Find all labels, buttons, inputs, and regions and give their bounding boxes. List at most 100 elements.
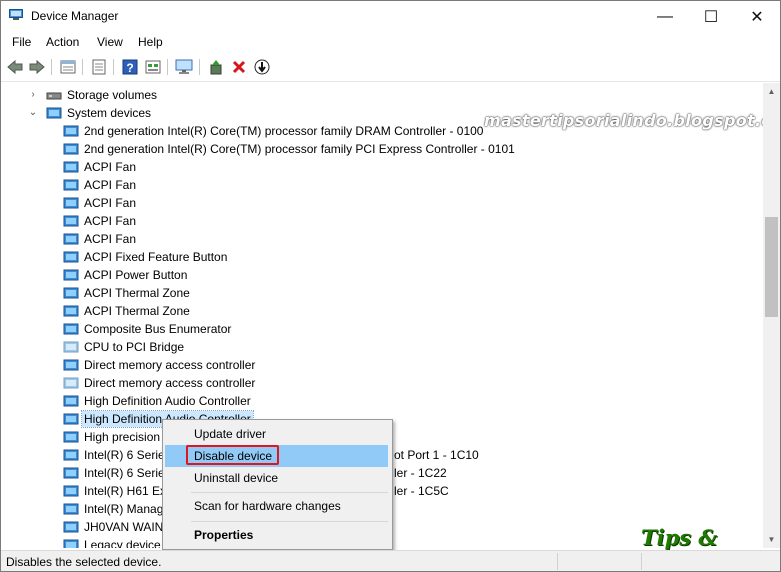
device-row[interactable]: High Definition Audio Controller [63,392,253,410]
device-row[interactable]: Composite Bus Enumerator [63,320,233,338]
minimize-icon: — [657,7,673,25]
device-label: 2nd generation Intel(R) Core(TM) process… [84,142,515,156]
status-separator [641,553,642,570]
device-row[interactable]: ACPI Fan [63,158,138,176]
menu-separator [191,492,388,493]
menu-file[interactable]: File [10,35,33,49]
category-system-devices[interactable]: ⌄ System devices [28,104,153,122]
device-icon [63,143,79,155]
uninstall-icon[interactable] [230,58,248,76]
device-row[interactable]: ACPI Thermal Zone [63,302,192,320]
device-icon [63,539,79,548]
device-row[interactable]: ACPI Fixed Feature Button [63,248,229,266]
device-row[interactable]: Intel(R) 6 Serie [63,446,167,464]
device-row[interactable]: ACPI Fan [63,212,138,230]
device-row[interactable]: Intel(R) H61 Ex [63,482,168,500]
device-label: Legacy device [84,538,161,548]
scroll-up-icon[interactable]: ▲ [763,83,780,100]
category-storage-volumes[interactable]: › Storage volumes [28,86,159,104]
device-icon [63,125,79,137]
device-icon [63,269,79,281]
menu-scan-hardware[interactable]: Scan for hardware changes [165,495,388,517]
toolbar-separator [167,59,168,75]
chevron-right-icon[interactable]: › [28,90,38,100]
toolbar: ? mastertipsorialindo.blogspot.com [1,54,780,130]
close-button[interactable]: ✕ [734,1,780,32]
device-label: ACPI Fan [84,232,137,246]
toolbar-separator [113,59,114,75]
menu-view[interactable]: View [95,35,125,49]
device-label: ACPI Fan [84,178,137,192]
close-icon: ✕ [750,8,764,26]
show-hidden-icon[interactable] [90,58,108,76]
device-row[interactable]: Direct memory access controller [63,356,257,374]
vertical-scrollbar[interactable]: ▲ ▼ [763,83,780,548]
minimize-button[interactable]: — [642,1,688,32]
device-icon [63,215,79,227]
device-icon [63,287,79,299]
device-icon [63,161,79,173]
help-icon[interactable]: ? [121,58,139,76]
device-icon [63,395,79,407]
device-row[interactable]: High precision [63,428,162,446]
device-label: Intel(R) 6 Serie [84,448,165,462]
device-row[interactable]: ACPI Power Button [63,266,189,284]
device-row[interactable]: Intel(R) Manag [63,500,165,518]
device-row[interactable]: JH0VAN WAIN [63,518,165,536]
device-label: ACPI Power Button [84,268,188,282]
view-icon[interactable] [144,58,162,76]
menu-item-label: Uninstall device [194,471,279,485]
device-row[interactable]: ACPI Fan [63,194,138,212]
context-menu: Update driver Disable device Uninstall d… [162,419,393,550]
menu-bar: File Action View Help [1,32,780,53]
scroll-thumb[interactable] [765,217,778,317]
menu-uninstall-device[interactable]: Uninstall device [165,467,388,489]
device-row[interactable]: CPU to PCI Bridge [63,338,186,356]
system-devices-icon [46,107,62,119]
chevron-down-icon[interactable]: ⌄ [28,108,38,118]
device-row[interactable]: Legacy device [63,536,163,548]
device-label: Intel(R) H61 Ex [84,484,167,498]
device-label: ACPI Fan [84,160,137,174]
menu-update-driver[interactable]: Update driver [165,423,388,445]
properties-icon[interactable] [59,58,77,76]
device-row[interactable]: Direct memory access controller [63,374,257,392]
device-label: JH0VAN WAIN [84,520,164,534]
device-row[interactable]: 2nd generation Intel(R) Core(TM) process… [63,140,517,158]
status-bar: Disables the selected device. [1,550,780,571]
back-icon[interactable] [6,58,24,76]
device-label: Composite Bus Enumerator [84,322,232,336]
menu-item-label: Scan for hardware changes [194,499,341,513]
device-manager-icon [9,9,23,20]
device-icon [63,467,79,479]
storage-icon [46,92,62,100]
maximize-button[interactable]: ☐ [688,1,734,32]
device-label: CPU to PCI Bridge [84,340,185,354]
toolbar-separator [199,59,200,75]
device-row[interactable]: ACPI Fan [63,176,138,194]
device-label: 2nd generation Intel(R) Core(TM) process… [84,124,484,138]
menu-action[interactable]: Action [44,35,81,49]
device-row[interactable]: Intel(R) 6 Serie [63,464,167,482]
device-label: ACPI Fan [84,214,137,228]
disable-icon[interactable] [253,58,271,76]
device-icon [63,449,79,461]
update-driver-icon[interactable] [207,58,225,76]
category-label: Storage volumes [67,88,158,102]
status-text: Disables the selected device. [6,555,162,569]
monitor-icon[interactable] [175,58,193,76]
forward-icon[interactable] [28,58,46,76]
title-bar[interactable]: Device Manager — ☐ ✕ [1,1,780,32]
menu-properties[interactable]: Properties [165,524,388,546]
device-label: ACPI Fixed Feature Button [84,250,228,264]
device-label: ACPI Thermal Zone [84,304,190,318]
device-row[interactable]: ACPI Thermal Zone [63,284,192,302]
device-label: Intel(R) Manag [84,502,164,516]
menu-help[interactable]: Help [136,35,165,49]
device-row[interactable]: ACPI Fan [63,230,138,248]
device-label: Intel(R) 6 Serie [84,466,165,480]
device-icon [63,359,79,371]
device-row[interactable]: 2nd generation Intel(R) Core(TM) process… [63,122,485,140]
menu-disable-device[interactable]: Disable device [165,445,388,467]
window-title: Device Manager [31,9,119,23]
